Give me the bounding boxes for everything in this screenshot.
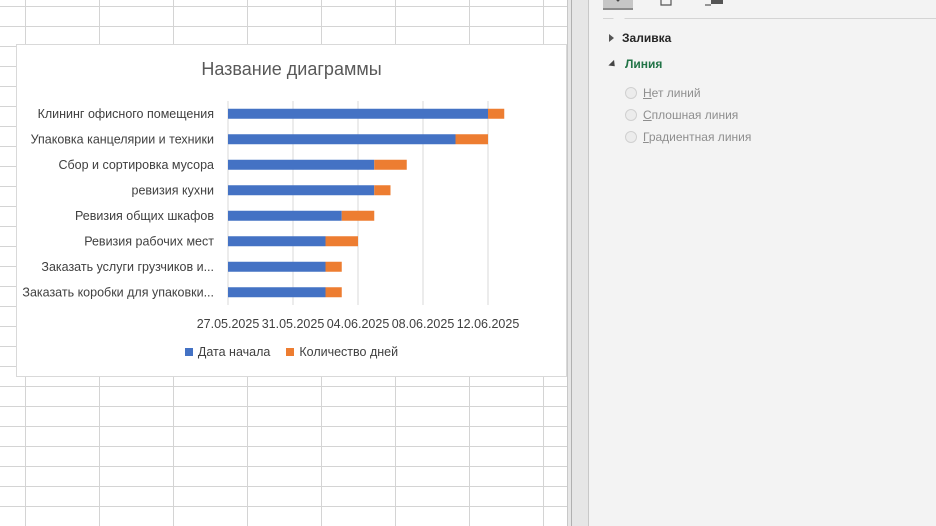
format-pane: Заливка Линия Нет линий Сплошная линия Г… [589, 0, 936, 526]
fill-line-tab[interactable] [603, 0, 633, 10]
bar-duration [325, 236, 358, 247]
pane-tabs [603, 0, 729, 14]
radio-no-line-label: Нет линий [643, 86, 701, 100]
legend-label: Дата начала [197, 345, 271, 359]
category-label: ревизия кухни [132, 183, 214, 197]
pentagon-icon [659, 0, 673, 10]
bar-start-date [228, 236, 326, 247]
bar-duration [341, 210, 375, 221]
category-label: Упаковка канцелярии и техники [31, 132, 214, 146]
bar-duration [488, 108, 505, 119]
legend-swatch [184, 348, 193, 356]
x-tick-label: 12.06.2025 [457, 317, 520, 331]
x-tick-label: 31.05.2025 [262, 317, 325, 331]
radio-button[interactable] [625, 109, 637, 121]
radio-solid-line-label: Сплошная линия [643, 108, 739, 122]
category-label: Ревизия рабочих мест [84, 234, 214, 248]
plot-area[interactable]: 27.05.2025 31.05.2025 04.06.2025 08.06.2025… [17, 45, 568, 378]
bar-start-date [228, 159, 375, 170]
section-fill[interactable]: Заливка [609, 31, 671, 45]
bar-start-date [228, 108, 488, 119]
bar-start-date [228, 185, 375, 196]
paint-bucket-icon [611, 0, 625, 8]
category-label: Заказать услуги грузчиков и... [41, 260, 214, 274]
section-line-title: Линия [625, 57, 663, 71]
radio-gradient-line-label: Градиентная линия [643, 130, 752, 144]
splitter-line [571, 0, 572, 526]
bar-duration [374, 159, 407, 170]
bar-start-date [228, 210, 342, 221]
expand-arrow-icon [609, 34, 614, 42]
legend-item[interactable]: Количество дней [286, 345, 398, 359]
x-tick-label: 08.06.2025 [392, 317, 455, 331]
bar-duration [325, 287, 342, 298]
radio-solid-line[interactable]: Сплошная линия [625, 108, 738, 122]
category-label: Заказать коробки для упаковки... [22, 285, 214, 299]
size-icon [703, 0, 725, 10]
tab-pointer [613, 13, 625, 19]
category-label: Клининг офисного помещения [38, 107, 214, 121]
x-tick-label: 04.06.2025 [327, 317, 390, 331]
effects-tab[interactable] [651, 0, 681, 10]
chart-legend[interactable]: Дата начала Количество дней [17, 345, 566, 359]
radio-button[interactable] [625, 87, 637, 99]
radio-button[interactable] [625, 131, 637, 143]
pane-divider [603, 18, 936, 19]
x-tick-label: 27.05.2025 [197, 317, 260, 331]
radio-no-line[interactable]: Нет линий [625, 86, 701, 100]
bar-duration [325, 261, 342, 272]
category-label: Сбор и сортировка мусора [58, 158, 214, 172]
bar-start-date [228, 134, 456, 145]
bar-start-date [228, 261, 326, 272]
bar-start-date [228, 287, 326, 298]
bar-duration [374, 185, 391, 196]
pane-splitter[interactable] [567, 0, 589, 526]
collapse-arrow-icon [608, 59, 618, 69]
section-fill-title: Заливка [622, 31, 672, 45]
legend-swatch [286, 348, 295, 356]
legend-label: Количество дней [299, 345, 399, 359]
legend-item[interactable]: Дата начала [184, 345, 271, 359]
size-properties-tab[interactable] [699, 0, 729, 10]
radio-gradient-line[interactable]: Градиентная линия [625, 130, 751, 144]
bar-duration [455, 134, 488, 145]
section-line[interactable]: Линия [608, 57, 663, 71]
category-label: Ревизия общих шкафов [75, 209, 214, 223]
chart-area[interactable]: Название диаграммы 27.05.2025 31.05.2025 0… [16, 44, 567, 377]
